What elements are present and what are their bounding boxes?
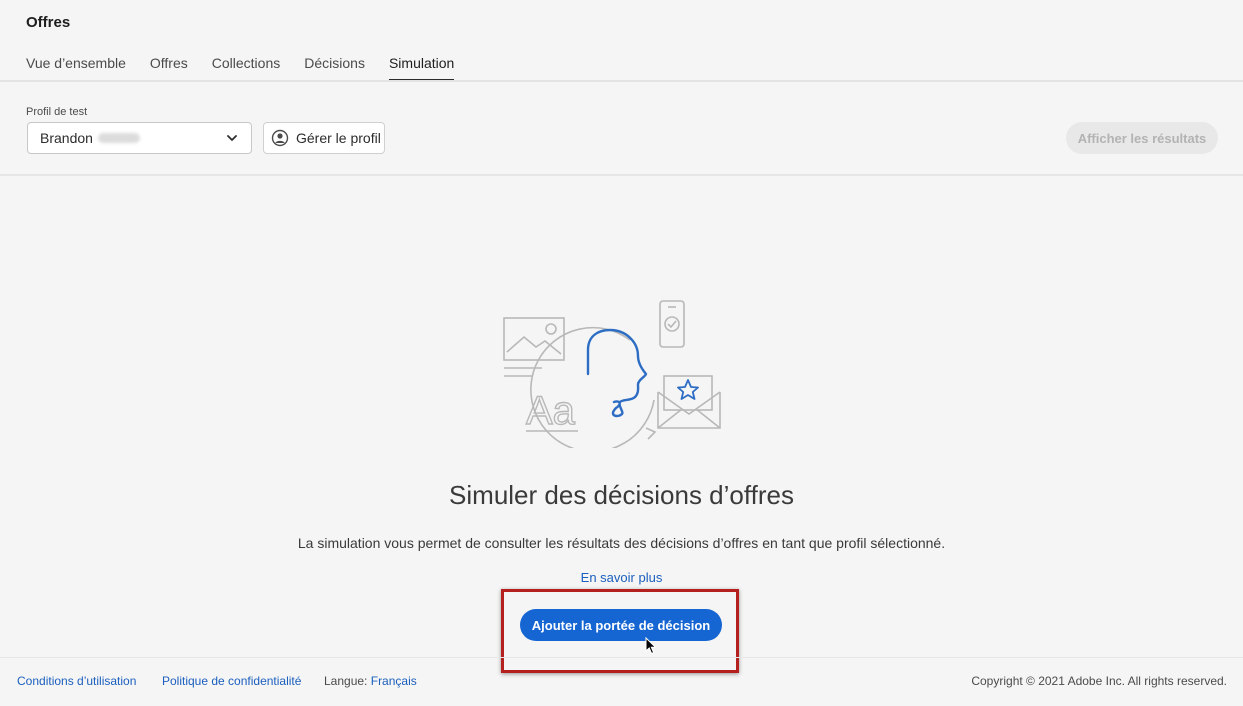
language-selector: Langue: Français	[324, 674, 417, 688]
app-title: Offres	[26, 14, 71, 31]
tab-collections[interactable]: Collections	[212, 55, 280, 79]
language-label: Langue:	[324, 674, 368, 688]
empty-state-title: Simuler des décisions d’offres	[449, 480, 794, 510]
footer-divider	[0, 657, 1243, 658]
cycle-arrow	[645, 427, 657, 440]
chevron-down-icon	[227, 135, 237, 141]
simulation-illustration: Aa	[503, 300, 721, 448]
terms-link[interactable]: Conditions d’utilisation	[17, 674, 136, 688]
learn-more-container: En savoir plus	[0, 570, 1243, 585]
profile-name: Brandon	[40, 130, 93, 146]
head-profile-icon	[586, 328, 648, 418]
phone-check-icon	[659, 300, 685, 348]
empty-state-description: La simulation vous permet de consulter l…	[297, 535, 946, 551]
language-link[interactable]: Français	[371, 674, 417, 688]
mouse-cursor-icon	[645, 637, 657, 655]
header-divider	[0, 174, 1243, 176]
tab-overview[interactable]: Vue d’ensemble	[26, 55, 126, 79]
learn-more-link[interactable]: En savoir plus	[581, 570, 663, 585]
privacy-link[interactable]: Politique de confidentialité	[162, 674, 301, 688]
profile-label: Profil de test	[26, 106, 88, 118]
copyright-text: Copyright © 2021 Adobe Inc. All rights r…	[971, 674, 1227, 688]
manage-profile-button[interactable]: Gérer le profil	[263, 122, 385, 154]
add-decision-scope-button[interactable]: Ajouter la portée de décision	[520, 609, 722, 641]
blurred-surname	[97, 133, 140, 143]
tab-offers[interactable]: Offres	[150, 55, 188, 79]
user-circle-icon	[271, 129, 289, 147]
test-profile-dropdown[interactable]: Brandon	[27, 122, 252, 154]
typography-icon: Aa	[526, 389, 576, 433]
tab-decisions[interactable]: Décisions	[304, 55, 365, 79]
tabs-divider	[0, 80, 1243, 82]
manage-profile-label: Gérer le profil	[296, 130, 381, 146]
tab-simulation[interactable]: Simulation	[388, 55, 455, 81]
image-frame-icon	[503, 317, 565, 377]
show-results-button[interactable]: Afficher les résultats	[1066, 122, 1218, 154]
tab-bar: Vue d’ensemble Offres Collections Décisi…	[26, 55, 478, 81]
